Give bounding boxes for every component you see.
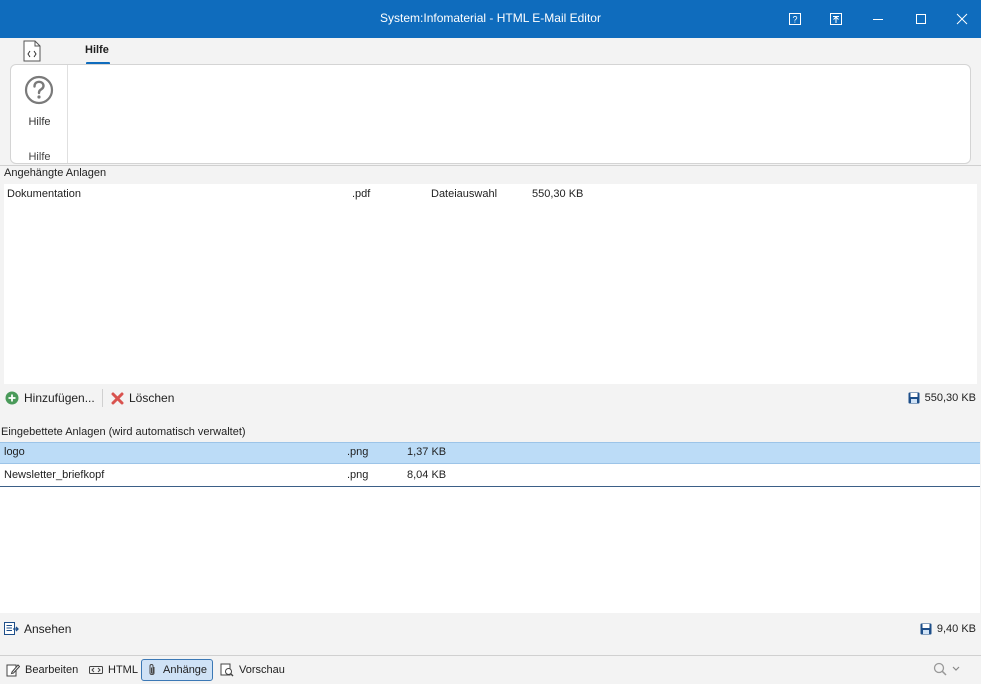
ribbon-tab-strip: Hilfe bbox=[0, 38, 981, 65]
file-code-icon[interactable] bbox=[22, 40, 42, 62]
pin-icon bbox=[830, 13, 842, 25]
tab-label: Bearbeiten bbox=[25, 664, 79, 676]
add-circle-icon bbox=[5, 391, 19, 405]
table-row[interactable]: logo .png 1,37 KB bbox=[0, 442, 980, 464]
help-circle-icon bbox=[24, 75, 54, 105]
embedded-total-size: 9,40 KB bbox=[920, 616, 976, 642]
zoom-dropdown[interactable] bbox=[933, 662, 961, 676]
maximize-icon bbox=[916, 14, 926, 24]
add-button[interactable]: Hinzufügen... bbox=[5, 385, 95, 411]
tab-bearbeiten[interactable]: Bearbeiten bbox=[2, 659, 82, 681]
chevron-down-icon bbox=[952, 666, 960, 671]
embedded-size: 1,37 KB bbox=[407, 446, 447, 458]
attachment-name: Dokumentation bbox=[7, 188, 81, 200]
minimize-icon bbox=[873, 19, 883, 20]
tab-html[interactable]: HTML bbox=[85, 659, 142, 681]
tab-hilfe[interactable]: Hilfe bbox=[85, 44, 109, 56]
pin-window-button[interactable] bbox=[816, 0, 856, 38]
edit-icon bbox=[6, 664, 20, 677]
attached-list: Dokumentation .pdf Dateiauswahl 550,30 K… bbox=[4, 184, 977, 384]
view-button[interactable]: Ansehen bbox=[4, 616, 71, 642]
attachment-ext: .pdf bbox=[352, 188, 371, 200]
embedded-ext: .png bbox=[347, 446, 369, 458]
code-icon bbox=[89, 666, 103, 674]
add-button-label: Hinzufügen... bbox=[24, 391, 95, 405]
attachment-size: 550,30 KB bbox=[532, 188, 584, 200]
paperclip-icon bbox=[149, 664, 155, 675]
help-button[interactable]: Hilfe bbox=[11, 65, 68, 135]
svg-text:?: ? bbox=[792, 15, 797, 25]
embedded-name: Newsletter_briefkopf bbox=[4, 469, 105, 481]
embedded-toolbar: Ansehen 9,40 KB bbox=[0, 616, 981, 642]
embedded-name: logo bbox=[4, 446, 25, 458]
ribbon-group-hilfe: Hilfe Hilfe bbox=[11, 65, 68, 163]
embedded-size: 8,04 KB bbox=[407, 469, 447, 481]
maximize-button[interactable] bbox=[901, 0, 941, 38]
tab-vorschau[interactable]: Vorschau bbox=[216, 659, 289, 681]
attached-total-size-value: 550,30 KB bbox=[924, 392, 976, 404]
embedded-section-title: Eingebettete Anlagen (wird automatisch v… bbox=[1, 426, 246, 438]
embedded-ext: .png bbox=[347, 469, 369, 481]
help-button-label: Hilfe bbox=[28, 116, 51, 128]
delete-button-label: Löschen bbox=[129, 391, 175, 405]
tab-label: HTML bbox=[108, 664, 138, 676]
attached-toolbar: Hinzufügen... Löschen 550,30 KB bbox=[0, 385, 981, 411]
attachment-source: Dateiauswahl bbox=[431, 188, 498, 200]
minimize-button[interactable] bbox=[858, 0, 898, 38]
save-disk-icon bbox=[920, 623, 932, 635]
preview-icon bbox=[220, 663, 234, 677]
ribbon-panel: Hilfe Hilfe bbox=[10, 64, 971, 164]
embedded-total-size-value: 9,40 KB bbox=[936, 623, 976, 635]
delete-button[interactable]: Löschen bbox=[111, 385, 174, 411]
attached-total-size: 550,30 KB bbox=[908, 385, 976, 411]
view-button-label: Ansehen bbox=[24, 622, 72, 636]
close-button[interactable] bbox=[942, 0, 981, 38]
toolbar-divider bbox=[102, 389, 103, 407]
attached-section-title: Angehängte Anlagen bbox=[4, 167, 107, 179]
delete-x-icon bbox=[111, 392, 124, 404]
help-window-button[interactable]: ? bbox=[775, 0, 815, 38]
divider bbox=[0, 165, 981, 166]
tab-label: Vorschau bbox=[239, 664, 285, 676]
view-tab-bar: Bearbeiten HTML Anhänge Vorschau bbox=[0, 655, 981, 684]
table-row[interactable]: Newsletter_briefkopf .png 8,04 KB bbox=[0, 465, 980, 487]
tab-label: Anhänge bbox=[163, 664, 208, 676]
close-icon bbox=[956, 13, 968, 25]
title-bar: System:Infomaterial - HTML E-Mail Editor… bbox=[0, 0, 981, 38]
table-row[interactable]: Dokumentation .pdf Dateiauswahl 550,30 K… bbox=[4, 184, 977, 206]
embedded-list: logo .png 1,37 KB Newsletter_briefkopf .… bbox=[0, 442, 980, 613]
view-document-icon bbox=[4, 622, 19, 635]
search-icon bbox=[933, 662, 947, 676]
save-disk-icon bbox=[908, 392, 920, 404]
tab-anhaenge[interactable]: Anhänge bbox=[141, 659, 213, 681]
ribbon-group-label: Hilfe bbox=[28, 151, 51, 163]
help-box-icon: ? bbox=[789, 13, 801, 25]
